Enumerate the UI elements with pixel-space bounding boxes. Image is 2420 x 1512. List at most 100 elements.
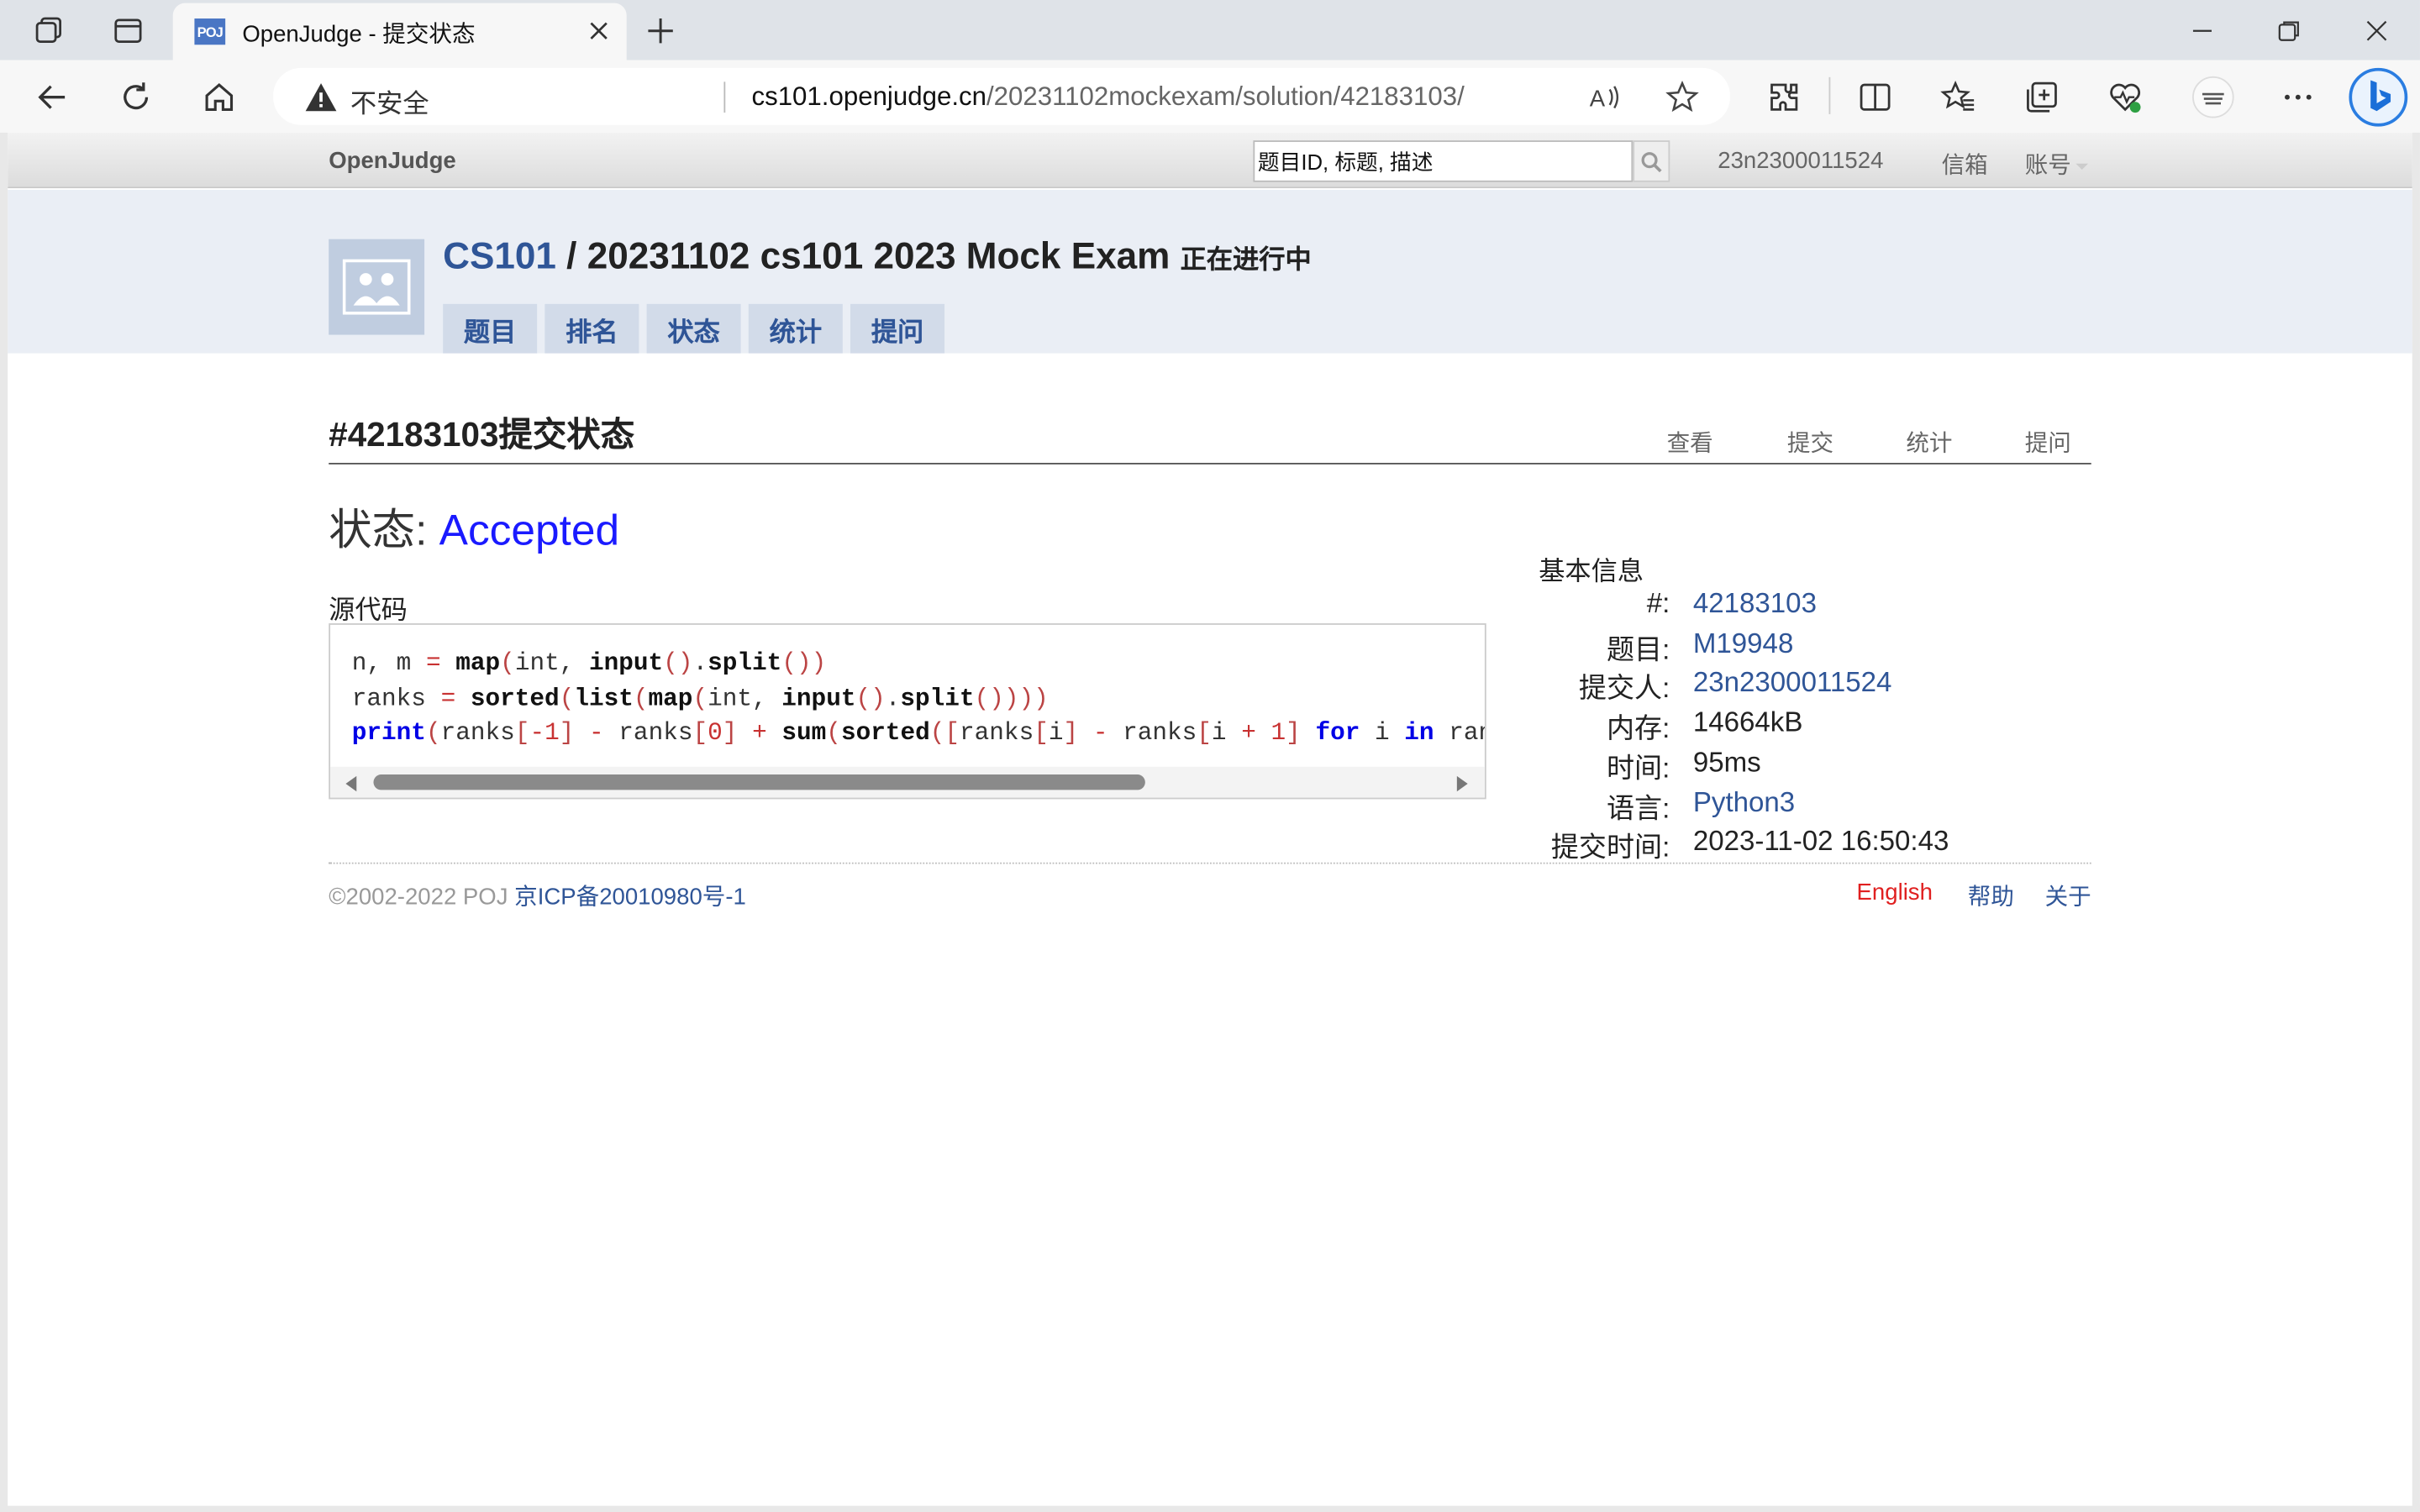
read-aloud-icon[interactable]: A [1588,81,1622,114]
icp-link[interactable]: 京ICP备20010980号-1 [514,884,746,910]
submit-time-value: 2023-11-02 16:50:43 [1692,825,1949,857]
horizontal-scrollbar[interactable] [330,766,1485,798]
info-row-time: 时间: 95ms [1539,747,2094,787]
memory-value: 14664kB [1692,706,1803,738]
mailbox-link[interactable]: 信箱 [1942,148,1988,181]
info-key: 提交时间: [1550,831,1670,863]
info-row-submit-time: 提交时间: 2023-11-02 16:50:43 [1539,826,2094,866]
reload-icon[interactable] [114,76,157,118]
tab-ranking[interactable]: 排名 [544,303,639,354]
poj-favicon-icon: POJ [194,18,226,45]
info-key: 语言: [1606,793,1670,824]
footer-copyright: ©2002-2022 POJ 京ICP备20010980号-1 [329,879,746,912]
info-key: 内存: [1606,712,1670,744]
url-text[interactable]: cs101.openjudge.cn/20231102mockexam/solu… [751,81,1464,113]
status-badge: Accepted [439,506,620,554]
basic-info-title: 基本信息 [1539,557,1644,586]
split-screen-icon[interactable] [1854,76,1897,118]
footer-divider [329,862,2091,864]
site-brand-link[interactable]: OpenJudge [329,148,456,174]
info-key: 提交人: [1578,672,1670,704]
minimize-icon[interactable] [2181,9,2223,52]
browser-toolbar: 不安全 cs101.openjudge.cn/20231102mockexam/… [0,60,2420,133]
warning-icon[interactable] [304,81,338,120]
web-page: OpenJudge 23n2300011524 信箱 账号 CS101 / 20… [8,132,2412,1506]
ask-link[interactable]: 提问 [2025,426,2071,459]
back-icon[interactable] [31,76,74,118]
restore-icon[interactable] [2267,9,2310,52]
address-bar[interactable]: 不安全 cs101.openjudge.cn/20231102mockexam/… [273,67,1730,125]
tab-status[interactable]: 状态 [646,303,741,354]
contest-group-icon [329,239,425,335]
tab-title: OpenJudge - 提交状态 [242,21,476,48]
info-row-language: 语言: Python3 [1539,787,2094,827]
info-key: 题目: [1606,633,1670,665]
window-border-right [2412,132,2420,1512]
source-code: n, m = map(int, input().split()) ranks =… [351,649,1485,748]
account-menu[interactable]: 账号 [2025,148,2088,181]
submitter-link[interactable]: 23n2300011524 [1693,666,1892,699]
tab-problems[interactable]: 题目 [443,303,538,354]
page-title: #42183103提交状态 [329,415,635,454]
statistics-link[interactable]: 统计 [1906,426,1952,459]
new-tab-icon[interactable] [642,13,679,50]
search-icon[interactable] [1633,140,1670,182]
bing-copilot-icon[interactable] [2348,66,2409,128]
info-key: 时间: [1606,753,1670,785]
toolbar-separator [1828,76,1831,114]
workspaces-icon[interactable] [31,13,68,50]
address-separator [723,81,726,113]
tab-statistics[interactable]: 统计 [748,303,843,354]
screen: POJ OpenJudge - 提交状态 不安全 cs101.openjudge… [0,0,2420,1512]
window-border-bottom [0,1505,2420,1512]
english-link[interactable]: English [1857,879,1933,906]
contest-title: CS101 / 20231102 cs101 2023 Mock Exam 正在… [443,236,1312,279]
scroll-left-arrow-icon[interactable] [345,775,357,792]
favorites-icon[interactable] [1937,76,1980,118]
site-top-bar: OpenJudge 23n2300011524 信箱 账号 [8,132,2412,189]
submit-link[interactable]: 提交 [1787,426,1833,459]
collections-icon[interactable] [2020,76,2063,118]
about-link[interactable]: 关于 [2045,879,2091,912]
close-tab-icon[interactable] [583,15,614,46]
more-menu-icon[interactable] [2276,76,2319,118]
language-link[interactable]: Python3 [1693,787,1795,820]
problem-link[interactable]: M19948 [1693,628,1794,661]
info-row-problem: 题目: M19948 [1539,628,2094,669]
url-path: /20231102mockexam/solution/42183103/ [986,81,1465,112]
solution-id-link[interactable]: 42183103 [1693,588,1817,621]
close-window-icon[interactable] [2355,9,2398,52]
status-label: 状态: [329,506,439,554]
home-icon[interactable] [197,76,240,118]
favorite-star-icon[interactable] [1665,80,1699,114]
contest-name-link[interactable]: 20231102 cs101 2023 Mock Exam [587,236,1171,278]
profile-avatar[interactable] [2191,76,2234,118]
tab-questions[interactable]: 提问 [850,303,945,354]
copyright-text: ©2002-2022 POJ [329,884,515,911]
extensions-icon[interactable] [1763,76,1806,118]
contest-header: CS101 / 20231102 cs101 2023 Mock Exam 正在… [8,189,2412,354]
scroll-right-arrow-icon[interactable] [1456,775,1468,792]
help-link[interactable]: 帮助 [1968,879,2014,912]
source-code-box[interactable]: n, m = map(int, input().split()) ranks =… [329,623,1486,800]
scrollbar-thumb[interactable] [373,774,1145,790]
info-row-submitter: 提交人: 23n2300011524 [1539,666,2094,706]
view-link[interactable]: 查看 [1667,426,1713,459]
window-border-left [0,132,8,1512]
browser-tab-bar: POJ OpenJudge - 提交状态 [0,0,2420,60]
search-input[interactable] [1253,140,1634,182]
info-row-id: #: 42183103 [1539,588,2094,628]
title-separator: / [555,236,587,278]
insecure-label[interactable]: 不安全 [350,81,429,120]
title-divider [329,463,2091,465]
tab-actions-icon[interactable] [109,13,146,50]
contest-state: 正在进行中 [1180,245,1312,275]
status-line: 状态: Accepted [329,496,619,558]
browser-essentials-icon[interactable] [2103,76,2146,118]
browser-tab-active[interactable]: POJ OpenJudge - 提交状态 [172,3,627,60]
info-key: #: [1646,587,1670,619]
username-link[interactable]: 23n2300011524 [1718,148,1883,174]
course-link[interactable]: CS101 [443,236,556,278]
time-value: 95ms [1692,746,1761,778]
url-host: cs101.openjudge.cn [751,81,986,112]
